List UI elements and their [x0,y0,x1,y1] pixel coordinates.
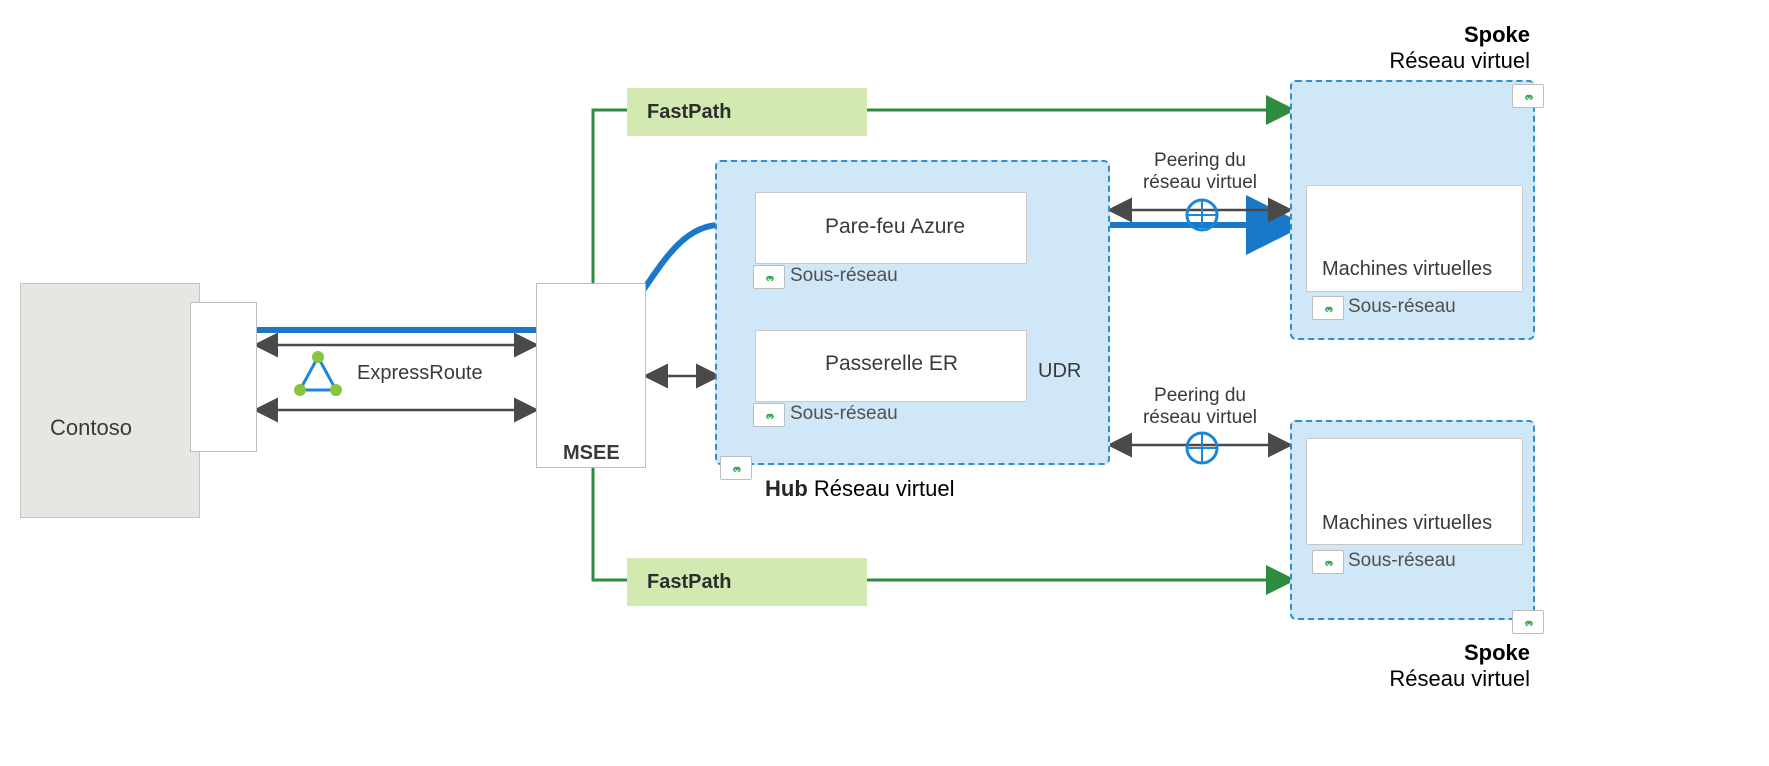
spoke-top-vm-label: Machines virtuelles [1322,258,1492,281]
msee-panel [536,283,646,468]
expressroute-label: ExpressRoute [357,362,483,385]
spoke-top-title: SpokeRéseau virtuel [1300,22,1530,75]
fastpath-label: FastPath [647,101,731,124]
onprem-box [20,283,200,518]
peering-globe-icon [1187,200,1217,230]
vnet-chip-icon: ‹•› [720,456,752,480]
spoke-bottom-subnet-label: Sous-réseau [1348,550,1456,572]
fastpath-badge-bottom: FastPath [627,558,867,606]
fastpath-label: FastPath [647,571,731,594]
subnet-chip-icon: ‹•› [1312,550,1344,574]
subnet-chip-icon: ‹•› [753,403,785,427]
udr-label: UDR [1038,360,1081,383]
spoke-bottom-vm-label: Machines virtuelles [1322,512,1492,535]
peering-label-top: Peering duréseau virtuel [1120,150,1280,194]
msee-label: MSEE [563,442,620,465]
gateway-label: Passerelle ER [825,352,958,376]
firewall-subnet-label: Sous-réseau [790,265,898,287]
onprem-label: Contoso [50,415,132,441]
peering-globe-icon [1187,433,1217,463]
diagram-canvas: Contoso ExpressRoute MSEE FastPath FastP… [0,0,1769,766]
fastpath-badge-top: FastPath [627,88,867,136]
firewall-label: Pare-feu Azure [825,215,965,239]
gateway-subnet-label: Sous-réseau [790,403,898,425]
spoke-bottom-title: SpokeRéseau virtuel [1300,640,1530,693]
expressroute-icon [294,351,342,396]
vnet-chip-icon: ‹•› [1512,84,1544,108]
peering-label-bottom: Peering duréseau virtuel [1120,385,1280,429]
subnet-chip-icon: ‹•› [753,265,785,289]
onprem-router-panel [190,302,257,452]
subnet-chip-icon: ‹•› [1312,296,1344,320]
hub-title: Hub Réseau virtuel [765,476,955,502]
vnet-chip-icon: ‹•› [1512,610,1544,634]
spoke-top-subnet-label: Sous-réseau [1348,296,1456,318]
